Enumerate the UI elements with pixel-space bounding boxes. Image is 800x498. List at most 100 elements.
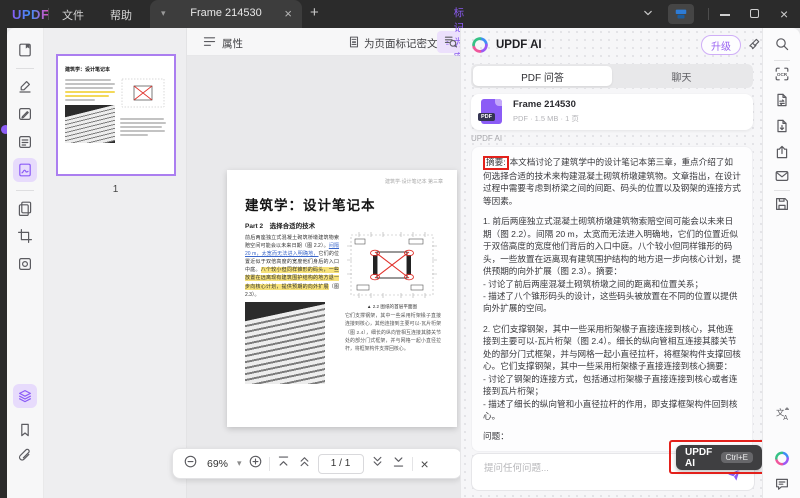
ai-panel-header: UPDF AI	[471, 36, 542, 54]
tab-chat[interactable]: 聊天	[612, 66, 751, 86]
message-sender-label: UPDF AI	[471, 134, 503, 143]
close-window-button[interactable]: ×	[780, 6, 788, 22]
ai-panel-title: UPDF AI	[496, 39, 542, 51]
titlebar: UPDF 文件 帮助 ▾ Frame 214530 × + ×	[0, 0, 800, 28]
updf-ai-panel: UPDF AI 升级 PDF 问答 聊天 PDF Frame 214530 PD…	[460, 28, 766, 498]
bookmark-icon[interactable]	[13, 418, 37, 442]
tab-title: Frame 214530	[190, 7, 262, 19]
right-tool-strip: OCR 文A	[762, 28, 800, 498]
zoom-level[interactable]: 69%	[204, 458, 231, 470]
ai-message-bubble: 摘要: 本文档讨论了建筑学中的设计笔记本第三章，重点介绍了如何选择合适的技术来构建…	[471, 146, 753, 452]
red-annotation-box-tooltip	[669, 440, 766, 474]
search-icon[interactable]	[774, 36, 790, 52]
thumbnail-floorplan	[122, 78, 165, 108]
page-indicator-input[interactable]: 1 / 1	[317, 453, 364, 474]
floorplan-figure	[347, 232, 437, 298]
divider	[708, 8, 709, 20]
page-redact-icon[interactable]	[347, 35, 361, 54]
zoom-caret-icon[interactable]: ▾	[237, 458, 242, 469]
redact-toolbar: 属性 T 标记为密文 为页面标记密文	[187, 7, 481, 79]
thumbnail-photo	[65, 105, 115, 143]
upgrade-button[interactable]: 升级	[701, 35, 741, 55]
clear-chat-brush-icon[interactable]	[747, 37, 762, 57]
form-fields-icon[interactable]	[13, 130, 37, 154]
zoom-page-toolbar: 69% ▾ 1 / 1 ×	[172, 448, 462, 479]
tab-pdf-qa[interactable]: PDF 问答	[473, 66, 612, 86]
properties-button[interactable]: 属性	[222, 36, 243, 51]
last-page-icon[interactable]	[391, 454, 406, 474]
svg-text:OCR: OCR	[777, 72, 788, 77]
watermark-icon[interactable]	[13, 252, 37, 276]
zoom-out-icon[interactable]	[183, 454, 198, 474]
file-card[interactable]: PDF Frame 214530 PDF · 1.5 MB · 1 页	[471, 94, 753, 130]
ai-layers-icon[interactable]	[13, 384, 37, 408]
thumbnail-left-column	[65, 77, 115, 143]
thumbnail-panel: 建筑学：设计笔记本 1	[44, 28, 187, 498]
crop-icon[interactable]	[13, 224, 37, 248]
attachment-paperclip-icon[interactable]	[13, 444, 37, 468]
updf-app-window: UPDF 文件 帮助 ▾ Frame 214530 × + × 建筑学：设计笔记…	[0, 0, 800, 498]
translate-icon[interactable]: 文A	[774, 406, 790, 422]
divider	[16, 190, 34, 191]
summary-label: 摘要:	[486, 157, 506, 167]
close-toolbar-icon[interactable]: ×	[421, 456, 429, 472]
menu-help[interactable]: 帮助	[110, 7, 132, 23]
minimize-button[interactable]	[720, 14, 730, 16]
thumbnail-right-column	[120, 77, 167, 143]
divider	[774, 190, 790, 191]
app-logo-icon	[668, 4, 694, 24]
thumbnail-page-number: 1	[112, 184, 119, 195]
tab-close-icon[interactable]: ×	[284, 6, 292, 21]
left-sidebar	[7, 28, 44, 498]
window-left-edge	[0, 28, 7, 498]
reader-mode-icon[interactable]	[13, 38, 37, 62]
updf-ai-flower-icon	[472, 37, 488, 53]
file-name: Frame 214530	[513, 99, 576, 110]
building-photo	[245, 302, 325, 384]
first-page-icon[interactable]	[276, 454, 291, 474]
pdf-page[interactable]: 建筑学·设计笔记本 第三章 建筑学：设计笔记本 Part 2 选择合适的技术 前…	[227, 170, 457, 427]
zoom-in-icon[interactable]	[248, 454, 263, 474]
menu-file[interactable]: 文件	[62, 7, 84, 23]
document-title: 建筑学：设计笔记本	[245, 198, 376, 213]
save-icon[interactable]	[774, 196, 790, 212]
divider	[411, 456, 413, 471]
share-export-icon[interactable]	[774, 144, 790, 160]
email-icon[interactable]	[774, 168, 790, 184]
new-tab-button[interactable]: +	[310, 4, 319, 21]
divider	[16, 68, 34, 69]
comment-highlighter-icon[interactable]	[13, 74, 37, 98]
pdf-file-icon: PDF	[478, 99, 502, 124]
divider	[774, 60, 790, 61]
edit-pdf-icon[interactable]	[13, 102, 37, 126]
window-dropdown-chevron-icon[interactable]	[640, 5, 656, 26]
maximize-button[interactable]	[750, 9, 759, 18]
page-thumbnail-selected[interactable]: 建筑学：设计笔记本	[56, 54, 176, 176]
ocr-icon[interactable]: OCR	[774, 66, 790, 82]
organize-pages-icon[interactable]	[13, 196, 37, 220]
summary-section-2: 2. 它们支撑钢架，其中一些采用桁架椽子直接连接到核心，其他连接到主要可以-瓦片…	[483, 323, 741, 422]
thumbnail-title: 建筑学：设计笔记本	[65, 67, 111, 73]
updf-logo: UPDF	[12, 7, 50, 22]
search-document-icon[interactable]	[443, 34, 458, 54]
divider	[268, 456, 270, 471]
divider	[48, 8, 49, 20]
svg-text:A: A	[783, 415, 788, 422]
redact-tool-icon-active[interactable]	[13, 158, 37, 182]
summary-annotation-box: 摘要:	[483, 156, 509, 170]
properties-list-icon[interactable]	[202, 34, 217, 54]
next-page-icon[interactable]	[370, 454, 385, 474]
document-tab[interactable]: ▾ Frame 214530 ×	[150, 0, 302, 28]
convert-file-icon[interactable]	[774, 92, 790, 108]
compress-file-icon[interactable]	[774, 118, 790, 134]
feedback-chat-icon[interactable]	[774, 476, 790, 492]
figure-caption: ▲ 2.2 图纸的首层平面图	[366, 304, 418, 309]
page-redact-button[interactable]: 为页面标记密文	[364, 36, 438, 51]
body-text-left-column: 前后两座独立式混凝土砌筑桥墩建筑物索赔空间可能会以未来日期（图 2.2）。间隔 …	[245, 235, 339, 298]
part-heading: Part 2 选择合适的技术	[245, 223, 316, 230]
updf-ai-sidebar-icon[interactable]	[774, 450, 790, 466]
previous-page-icon[interactable]	[297, 454, 312, 474]
running-header: 建筑学·设计笔记本 第三章	[384, 179, 443, 185]
file-meta: PDF · 1.5 MB · 1 页	[513, 114, 579, 123]
body-text-right-column: 它们支撑钢架，其中一些采用桁架椽子直接连接到核心，其他连接到主要可以-瓦片桁架（…	[345, 314, 441, 353]
